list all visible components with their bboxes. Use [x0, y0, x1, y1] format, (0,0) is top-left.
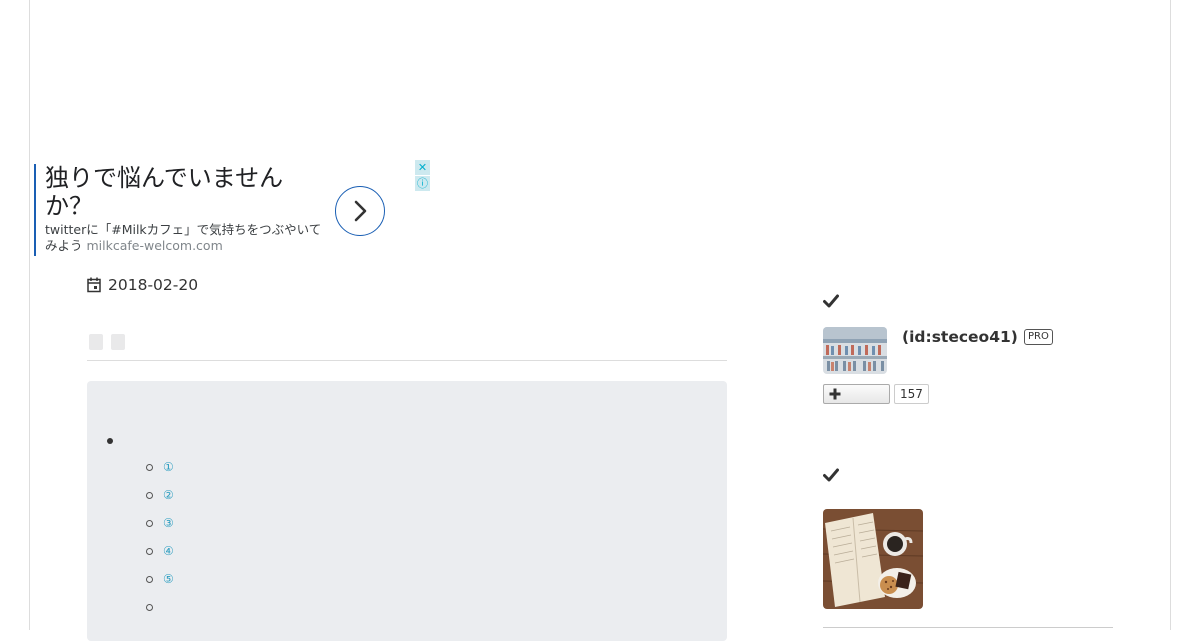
info-icon[interactable]: ⓘ [415, 176, 430, 191]
category-list [89, 334, 125, 350]
toc-bullet [146, 491, 153, 499]
toc-item[interactable]: ② [146, 485, 174, 505]
toc-link[interactable]: ① [163, 460, 174, 474]
ad-url[interactable]: milkcafe-welcom.com [87, 238, 223, 253]
toc-bullet [146, 519, 153, 527]
divider [823, 627, 1113, 628]
toc-bullet [146, 575, 153, 583]
chevron-right-icon[interactable] [335, 186, 385, 236]
toc-item[interactable]: ① [146, 457, 174, 477]
toc-item[interactable]: ④ [146, 541, 174, 561]
toc-link[interactable]: ⑤ [163, 572, 174, 586]
article-date: 2018-02-20 [87, 275, 198, 295]
ad-headline[interactable]: 独りで悩んでいませんか？ [45, 164, 315, 220]
toc-item[interactable]: ③ [146, 513, 174, 533]
divider [87, 360, 727, 361]
toc-bullet [146, 603, 153, 611]
date-text: 2018-02-20 [108, 276, 199, 294]
category-tag[interactable] [111, 334, 125, 350]
featured-image[interactable] [823, 509, 923, 609]
toc-link[interactable]: ④ [163, 544, 174, 558]
check-icon [823, 294, 839, 308]
toc-item[interactable] [146, 597, 163, 617]
follow-button[interactable] [823, 384, 890, 404]
plus-icon [829, 388, 841, 400]
table-of-contents: ① ② ③ ④ ⑤ [87, 381, 727, 641]
check-icon [823, 468, 839, 482]
calendar-icon [87, 277, 101, 293]
toc-bullet [146, 547, 153, 555]
close-icon[interactable]: ✕ [415, 160, 430, 175]
category-tag[interactable] [89, 334, 103, 350]
toc-top-bullet [107, 438, 113, 444]
profile-name[interactable]: (id:steceo41) [902, 328, 1018, 346]
toc-link[interactable]: ③ [163, 516, 174, 530]
follower-count: 157 [894, 384, 929, 404]
toc-bullet [146, 463, 153, 471]
toc-link[interactable]: ② [163, 488, 174, 502]
advertisement[interactable]: 独りで悩んでいませんか？ twitterに「#Milkカフェ」で気持ちをつぶやい… [34, 164, 396, 256]
ad-controls: ✕ ⓘ [415, 160, 430, 191]
pro-badge: PRO [1024, 329, 1053, 345]
ad-description[interactable]: twitterに「#Milkカフェ」で気持ちをつぶやいてみよう milkcafe… [45, 222, 330, 254]
toc-item[interactable]: ⑤ [146, 569, 174, 589]
profile-avatar[interactable] [823, 327, 887, 374]
